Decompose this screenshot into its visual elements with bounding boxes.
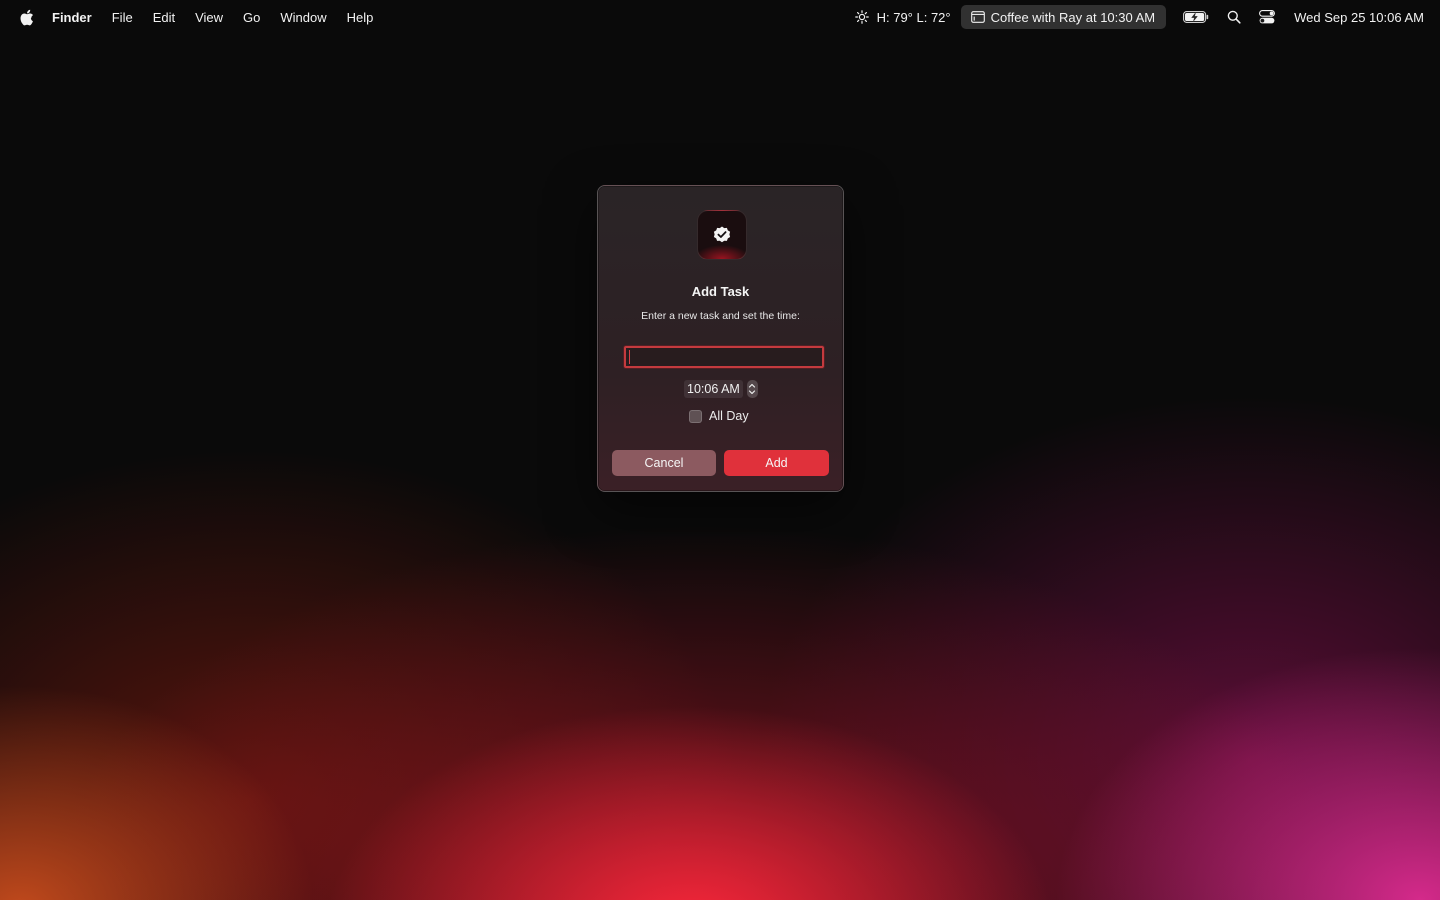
dialog-title: Add Task <box>691 284 750 299</box>
cancel-button[interactable]: Cancel <box>612 450 716 476</box>
add-task-dialog: Add Task Enter a new task and set the ti… <box>597 185 844 492</box>
menu-bar-right: H: 79° L: 72° Coffee with Ray at 10:30 A… <box>854 0 1424 34</box>
control-center-icon[interactable] <box>1259 10 1276 24</box>
menu-file[interactable]: File <box>112 10 133 25</box>
menu-bar-clock[interactable]: Wed Sep 25 10:06 AM <box>1294 10 1424 25</box>
calendar-icon <box>970 11 985 23</box>
next-event-widget[interactable]: Coffee with Ray at 10:30 AM <box>960 5 1167 29</box>
apple-logo-icon[interactable] <box>18 9 34 26</box>
task-name-input[interactable] <box>624 346 824 368</box>
time-picker: 10:06 AM <box>684 379 758 399</box>
all-day-checkbox[interactable] <box>689 409 702 423</box>
all-day-option[interactable]: All Day <box>689 409 749 423</box>
next-event-text: Coffee with Ray at 10:30 AM <box>990 9 1156 25</box>
menu-help[interactable]: Help <box>347 10 374 25</box>
text-caret <box>629 350 630 364</box>
battery-charging-icon[interactable] <box>1183 11 1209 23</box>
menu-go[interactable]: Go <box>243 10 260 25</box>
menu-edit[interactable]: Edit <box>153 10 175 25</box>
sun-icon <box>854 10 869 24</box>
spotlight-search-icon[interactable] <box>1227 10 1241 24</box>
menu-bar-left: Finder File Edit View Go Window Help <box>0 9 393 26</box>
menu-app-finder[interactable]: Finder <box>52 10 92 25</box>
dialog-subtitle: Enter a new task and set the time: <box>641 310 800 322</box>
menu-view[interactable]: View <box>195 10 223 25</box>
time-field[interactable]: 10:06 AM <box>684 380 743 398</box>
add-button[interactable]: Add <box>724 450 829 476</box>
menu-bar: Finder File Edit View Go Window Help H: … <box>0 0 1440 34</box>
time-stepper[interactable] <box>746 380 758 398</box>
weather-text: H: 79° L: 72° <box>876 9 951 25</box>
weather-widget[interactable]: H: 79° L: 72° <box>854 9 951 25</box>
all-day-label: All Day <box>709 409 749 423</box>
menu-window[interactable]: Window <box>280 10 326 25</box>
checkmark-badge-icon <box>697 210 747 260</box>
